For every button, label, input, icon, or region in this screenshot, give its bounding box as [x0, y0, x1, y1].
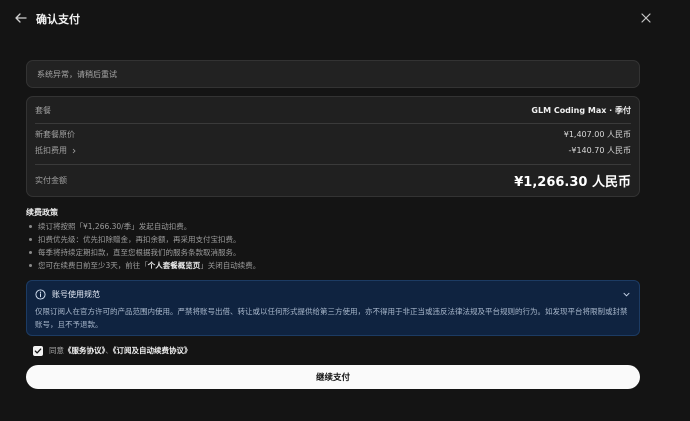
agreement-checkbox[interactable] — [33, 345, 43, 356]
policy-item: 续订将按照「¥1,266.30/季」发起自动扣费。 — [26, 220, 640, 233]
plan-name: GLM Coding Max · 季付 — [531, 105, 631, 115]
error-message-box: 系统异常，请稍后重试 — [26, 60, 640, 88]
notice-header: 账号使用规范 — [35, 289, 100, 300]
agreement-prefix: 同意 — [49, 346, 64, 355]
policy-item: 每季将持续定期扣款，直至您根据我们的服务条款取消服务。 — [26, 246, 640, 259]
original-price-label: 新套餐原价 — [35, 130, 75, 139]
policy-list: 续订将按照「¥1,266.30/季」发起自动扣费。 扣费优先级：优先扣除赠金，再… — [26, 220, 640, 272]
chevron-down-icon[interactable] — [622, 290, 631, 299]
info-icon — [35, 289, 46, 300]
check-icon — [34, 347, 42, 354]
policy-item-prefix: 您可在续费日前至少3天，前往「 — [38, 261, 148, 270]
original-price-row: 新套餐原价 ¥1,407.00 人民币 — [35, 128, 631, 141]
agreement-separator: 、 — [105, 346, 113, 355]
continue-payment-button[interactable]: 继续支付 — [26, 365, 640, 389]
plan-row: 套餐 GLM Coding Max · 季付 — [35, 103, 631, 117]
original-price: ¥1,407.00 人民币 — [563, 130, 631, 139]
notice-title: 账号使用规范 — [52, 290, 100, 299]
policy-item: 您可在续费日前至少3天，前往「个人套餐概览页」关闭自动续费。 — [26, 259, 640, 272]
subscription-agreement-link[interactable]: 《订阅及自动续费协议》 — [113, 346, 192, 355]
plan-label: 套餐 — [35, 105, 51, 115]
order-summary: 套餐 GLM Coding Max · 季付 新套餐原价 ¥1,407.00 人… — [26, 96, 640, 197]
deduction-label: 抵扣费用 — [35, 146, 67, 155]
agreement-text: 同意《服务协议》、《订阅及自动续费协议》 — [49, 345, 192, 356]
divider — [35, 164, 631, 165]
total-row: 实付金额 ¥1,266.30 人民币 — [35, 171, 631, 190]
deduction-row[interactable]: 抵扣费用 -¥140.70 人民币 — [35, 144, 631, 157]
deduction-toggle[interactable]: 抵扣费用 — [35, 145, 77, 156]
header: 确认支付 — [0, 0, 690, 38]
policy-item: 扣费优先级：优先扣除赠金，再扣余额，再采用支付宝扣费。 — [26, 233, 640, 246]
total-label: 实付金额 — [35, 175, 67, 185]
policy-item-suffix: 」关闭自动续费。 — [200, 261, 261, 270]
error-message: 系统异常，请稍后重试 — [37, 69, 117, 79]
chevron-right-icon — [72, 148, 76, 153]
policy-title: 续费政策 — [26, 208, 58, 217]
plan-overview-link[interactable]: 个人套餐概览页 — [148, 261, 201, 270]
arrow-left-icon[interactable] — [14, 11, 28, 25]
account-usage-notice[interactable]: 账号使用规范 仅限订阅人在官方许可的产品范围内使用。严禁将账号出借、转让或以任何… — [26, 280, 640, 336]
agreement-row: 同意《服务协议》、《订阅及自动续费协议》 — [33, 345, 192, 356]
total-amount: ¥1,266.30 人民币 — [514, 174, 631, 190]
deduction-amount: -¥140.70 人民币 — [568, 146, 631, 155]
close-icon[interactable] — [640, 12, 652, 24]
page-title: 确认支付 — [36, 13, 80, 26]
service-agreement-link[interactable]: 《服务协议》 — [64, 346, 105, 355]
divider — [35, 123, 631, 124]
notice-body: 仅限订阅人在官方许可的产品范围内使用。严禁将账号出借、转让或以任何形式提供给第三… — [35, 307, 628, 329]
